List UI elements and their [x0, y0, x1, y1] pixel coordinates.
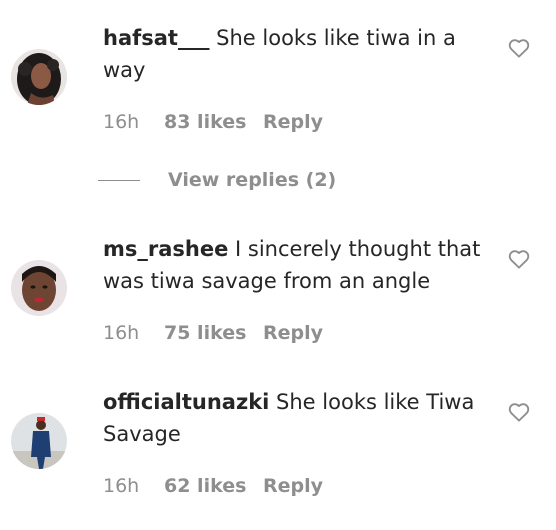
avatar-woman-selfie-icon: [11, 260, 67, 316]
comment-text-block: hafsat___ She looks like tiwa in a way: [103, 22, 493, 86]
view-replies-label: View replies (2): [168, 169, 337, 191]
likes-count[interactable]: 83 likes: [164, 110, 263, 134]
comment-meta: 16h 83 likes Reply: [103, 110, 323, 134]
reply-button[interactable]: Reply: [263, 321, 323, 345]
likes-count[interactable]: 62 likes: [164, 474, 263, 498]
comment-meta: 16h 62 likes Reply: [103, 474, 323, 498]
heart-outline-icon[interactable]: [508, 38, 530, 58]
view-replies-button[interactable]: View replies (2): [98, 168, 336, 192]
likes-count[interactable]: 75 likes: [164, 321, 263, 345]
avatar-man-standing-icon: [11, 413, 67, 469]
reply-button[interactable]: Reply: [263, 474, 323, 498]
avatar[interactable]: [11, 413, 67, 469]
divider-line: [98, 179, 140, 181]
heart-outline-icon[interactable]: [508, 402, 530, 422]
avatar[interactable]: [11, 260, 67, 316]
username[interactable]: officialtunazki: [103, 390, 269, 414]
comment-time: 16h: [103, 322, 140, 344]
comment-text-block: officialtunazki She looks like Tiwa Sava…: [103, 386, 493, 450]
username[interactable]: ms_rashee: [103, 237, 228, 261]
reply-button[interactable]: Reply: [263, 110, 323, 134]
comment-time: 16h: [103, 111, 140, 133]
comment-text-block: ms_rashee I sincerely thought that was t…: [103, 233, 493, 297]
avatar-woman-curly-hair-icon: [11, 49, 67, 105]
avatar[interactable]: [11, 49, 67, 105]
heart-outline-icon[interactable]: [508, 249, 530, 269]
comment-time: 16h: [103, 475, 140, 497]
username[interactable]: hafsat___: [103, 26, 209, 50]
comment-meta: 16h 75 likes Reply: [103, 321, 323, 345]
